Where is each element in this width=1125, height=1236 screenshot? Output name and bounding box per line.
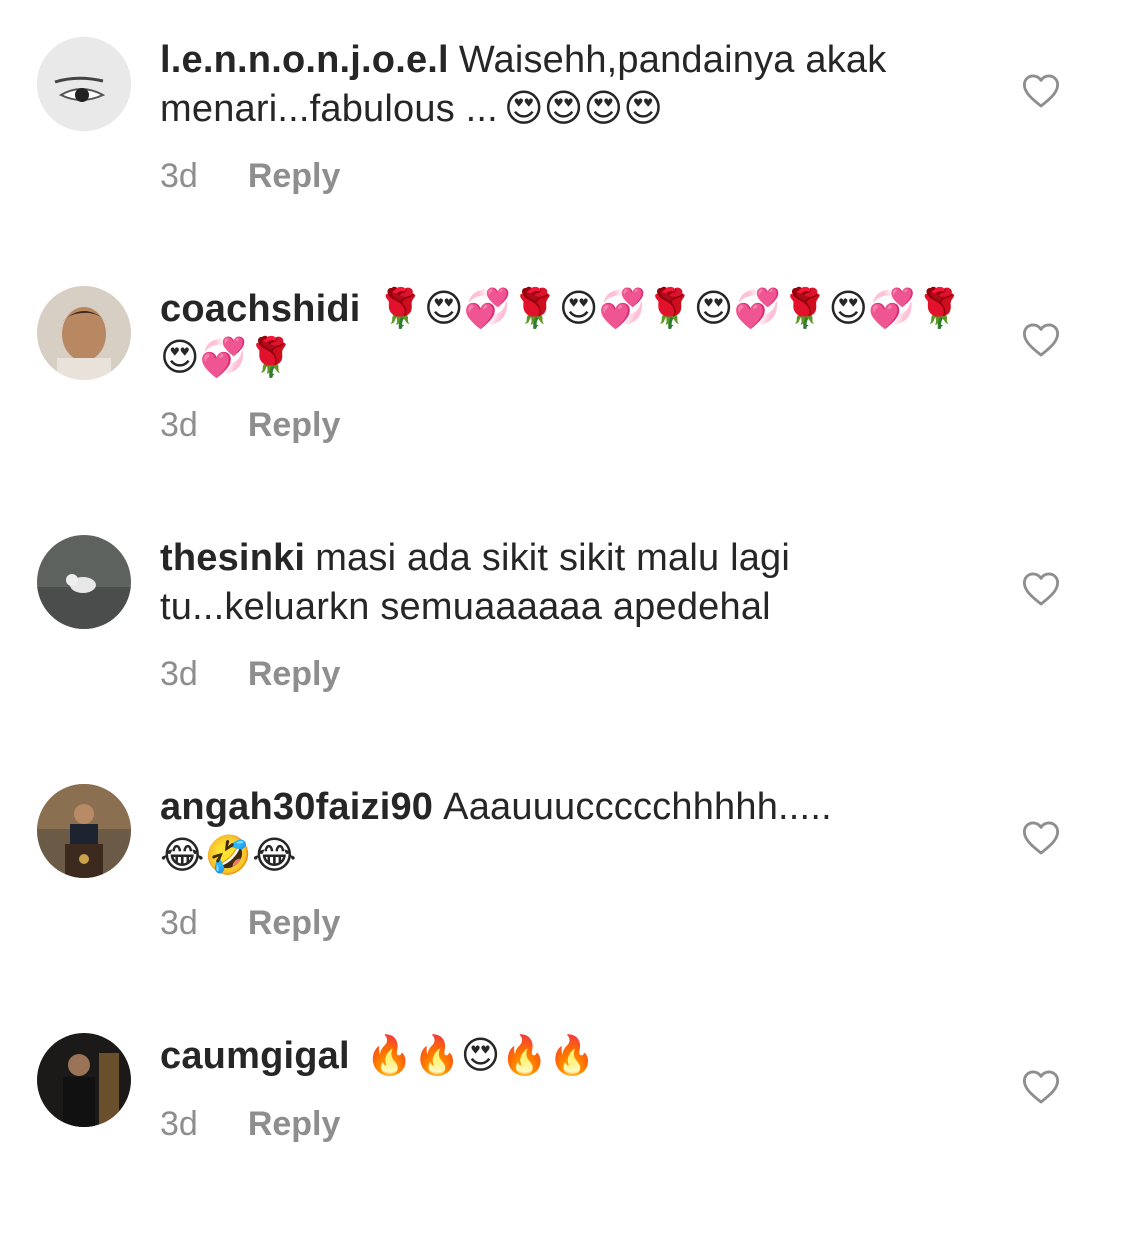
reply-button[interactable]: Reply	[248, 904, 341, 942]
comment-time: 3d	[160, 406, 198, 444]
comment-item: l.e.n.n.o.n.j.o.e.l Waisehh,pandainya aka…	[0, 0, 1125, 240]
comment-item: coachshidi 🌹😍💞🌹😍💞🌹😍💞🌹😍💞🌹😍💞🌹 3d Reply	[0, 249, 1125, 489]
eye-drawing-icon	[37, 37, 131, 131]
speaker-podium-icon	[37, 784, 131, 878]
heart-icon[interactable]	[1022, 322, 1060, 358]
comment-text: Aaauuuccccchhhhh.....	[443, 786, 832, 828]
heart-icon[interactable]	[1022, 820, 1060, 856]
comment-body: l.e.n.n.o.n.j.o.e.l Waisehh,pandainya aka…	[160, 36, 980, 134]
comment-body: caumgigal 🔥🔥😍🔥🔥	[160, 1032, 980, 1081]
avatar[interactable]	[37, 37, 131, 131]
comment-body: angah30faizi90 Aaauuuccccchhhhh..... 😂🤣😂	[160, 783, 980, 881]
avatar[interactable]	[37, 1033, 131, 1127]
man-dark-photo-icon	[37, 1033, 131, 1127]
comment-time: 3d	[160, 1105, 198, 1143]
comment-meta: 3d Reply	[160, 156, 340, 196]
comment-meta: 3d Reply	[160, 405, 340, 445]
comment-time: 3d	[160, 157, 198, 195]
comment-emoji: 😂🤣😂	[160, 835, 297, 877]
avatar[interactable]	[37, 286, 131, 380]
comment-item: angah30faizi90 Aaauuuccccchhhhh..... 😂🤣😂 3…	[0, 747, 1125, 987]
heart-icon[interactable]	[1022, 73, 1060, 109]
comment-emoji: 😍😍😍😍	[503, 88, 664, 130]
comment-username[interactable]: coachshidi	[160, 288, 361, 330]
comment-body: thesinki masi ada sikit sikit malu lagi t…	[160, 534, 980, 632]
man-portrait-icon	[37, 286, 131, 380]
heart-icon[interactable]	[1022, 1069, 1060, 1105]
comment-meta: 3d Reply	[160, 654, 340, 694]
comment-emoji: 🔥🔥😍🔥🔥	[365, 1035, 596, 1077]
comment-time: 3d	[160, 904, 198, 942]
reply-button[interactable]: Reply	[248, 655, 341, 693]
avatar[interactable]	[37, 784, 131, 878]
comment-body: coachshidi 🌹😍💞🌹😍💞🌹😍💞🌹😍💞🌹😍💞🌹	[160, 285, 980, 383]
comment-item: caumgigal 🔥🔥😍🔥🔥 3d Reply	[0, 996, 1125, 1236]
comment-item: thesinki masi ada sikit sikit malu lagi t…	[0, 498, 1125, 738]
reply-button[interactable]: Reply	[248, 406, 341, 444]
comment-meta: 3d Reply	[160, 903, 340, 943]
reply-button[interactable]: Reply	[248, 157, 341, 195]
comment-time: 3d	[160, 655, 198, 693]
comment-meta: 3d Reply	[160, 1104, 340, 1144]
comment-username[interactable]: caumgigal	[160, 1035, 350, 1077]
cat-photo-icon	[37, 535, 131, 629]
avatar[interactable]	[37, 535, 131, 629]
comment-username[interactable]: l.e.n.n.o.n.j.o.e.l	[160, 39, 449, 81]
comment-username[interactable]: thesinki	[160, 537, 305, 579]
reply-button[interactable]: Reply	[248, 1105, 341, 1143]
comment-username[interactable]: angah30faizi90	[160, 786, 433, 828]
heart-icon[interactable]	[1022, 571, 1060, 607]
